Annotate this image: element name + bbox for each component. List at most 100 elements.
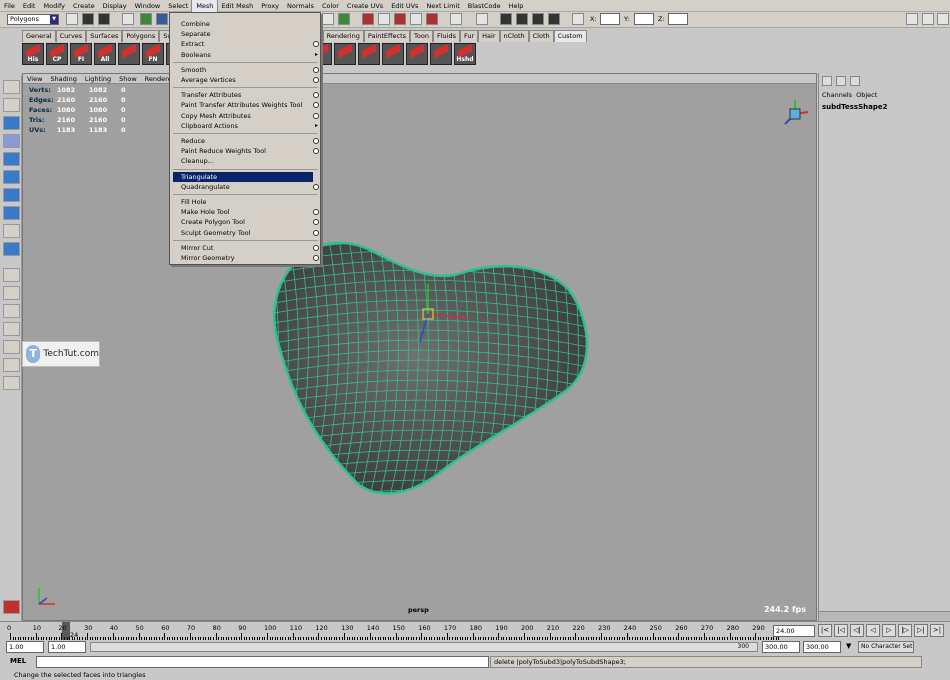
playback-button-0[interactable]: |< bbox=[818, 624, 832, 637]
mesh-menu-sculpt-geometry-tool[interactable]: Sculpt Geometry Tool bbox=[173, 228, 319, 238]
shelf-tab-rendering[interactable]: Rendering bbox=[322, 30, 364, 42]
move-tool-icon[interactable] bbox=[3, 134, 20, 148]
snap-live-icon[interactable] bbox=[394, 13, 406, 25]
menu-normals[interactable]: Normals bbox=[283, 0, 318, 12]
playback-button-1[interactable]: |◁ bbox=[834, 624, 848, 637]
shelf-tab-fur[interactable]: Fur bbox=[459, 30, 479, 42]
mesh-menu-fill-hole[interactable]: Fill Hole bbox=[173, 197, 313, 207]
tool-settings-toggle-icon[interactable] bbox=[937, 13, 949, 25]
menu-proxy[interactable]: Proxy bbox=[257, 0, 283, 12]
mesh-menu-mirror-cut[interactable]: Mirror Cut bbox=[173, 243, 319, 253]
option-box-icon[interactable] bbox=[313, 138, 319, 144]
option-box-icon[interactable] bbox=[313, 244, 319, 251]
open-scene-icon[interactable] bbox=[82, 13, 94, 25]
snap-curve-icon[interactable] bbox=[338, 13, 350, 25]
soft-modification-icon[interactable] bbox=[3, 206, 20, 220]
rotate-tool-icon[interactable] bbox=[3, 152, 20, 166]
mesh-menu-clipboard-actions[interactable]: Clipboard Actions ▸ bbox=[173, 121, 318, 131]
mesh-menu-paint-reduce-weights-tool[interactable]: Paint Reduce Weights Tool bbox=[173, 146, 319, 156]
menu-edit[interactable]: Edit bbox=[19, 0, 40, 12]
shelf-tab-painteffects[interactable]: PaintEffects bbox=[363, 30, 411, 42]
shelf-tab-cloth[interactable]: Cloth bbox=[528, 30, 554, 42]
range-slider[interactable]: 300 bbox=[90, 642, 758, 652]
z-field[interactable] bbox=[668, 13, 688, 25]
command-input[interactable] bbox=[36, 656, 489, 668]
view-axis-icon[interactable] bbox=[775, 94, 815, 134]
universal-manipulator-icon[interactable] bbox=[3, 188, 20, 202]
select-hierarchy-icon[interactable] bbox=[122, 13, 134, 25]
viewport-menu-shading[interactable]: Shading bbox=[46, 74, 80, 83]
select-component-icon[interactable] bbox=[156, 13, 168, 25]
ipr-render-icon[interactable] bbox=[450, 13, 462, 25]
persp-outliner-layout-icon[interactable] bbox=[3, 322, 20, 336]
character-set-select[interactable]: No Character Set bbox=[858, 641, 914, 653]
snap-grid-icon[interactable] bbox=[322, 13, 334, 25]
option-box-icon[interactable] bbox=[313, 92, 319, 99]
shelf-tab-ncloth[interactable]: nCloth bbox=[499, 30, 529, 42]
menu-select[interactable]: Select bbox=[164, 0, 192, 12]
shelf-tab-fluids[interactable]: Fluids bbox=[432, 30, 460, 42]
option-box-icon[interactable] bbox=[313, 41, 319, 48]
single-pane-layout-icon[interactable] bbox=[3, 268, 20, 282]
playback-button-6[interactable]: ▷| bbox=[914, 624, 928, 637]
channel-box-toggle-icon[interactable] bbox=[906, 13, 918, 25]
shelf-tab-hair[interactable]: Hair bbox=[478, 30, 500, 42]
shelf-item-15[interactable] bbox=[382, 43, 404, 65]
menu-create-uvs[interactable]: Create UVs bbox=[343, 0, 387, 12]
input-selector-icon[interactable] bbox=[572, 13, 584, 25]
menu-modify[interactable]: Modify bbox=[39, 0, 69, 12]
time-slider[interactable]: 0102030405060708090100110120130140150160… bbox=[0, 621, 950, 640]
persp-graph-layout-icon[interactable] bbox=[3, 340, 20, 354]
shelf-tab-toon[interactable]: Toon bbox=[410, 30, 433, 42]
shelf-item-16[interactable] bbox=[406, 43, 428, 65]
option-box-icon[interactable] bbox=[313, 112, 319, 119]
two-pane-layout-icon[interactable] bbox=[3, 304, 20, 318]
snap-view-icon[interactable] bbox=[378, 13, 390, 25]
shelf-tab-curves[interactable]: Curves bbox=[55, 30, 87, 42]
playback-start-field[interactable]: 1.00 bbox=[48, 641, 86, 653]
playback-end-field[interactable]: 300.00 bbox=[762, 641, 800, 653]
menu-edit-uvs[interactable]: Edit UVs bbox=[387, 0, 422, 12]
mesh-menu-mirror-geometry[interactable]: Mirror Geometry bbox=[173, 253, 319, 263]
channel-layer-icon[interactable] bbox=[850, 76, 860, 86]
mode-select[interactable]: Polygons ▼ bbox=[7, 14, 59, 25]
heart-mesh[interactable] bbox=[268, 234, 598, 504]
channel-box-menu-channels[interactable]: Channels bbox=[822, 91, 852, 99]
select-tool-icon[interactable] bbox=[3, 80, 20, 94]
option-box-icon[interactable] bbox=[313, 183, 319, 190]
channel-box-object-name[interactable]: subdTessShape2 bbox=[822, 103, 887, 111]
attribute-toggle-icon[interactable] bbox=[922, 13, 934, 25]
select-object-icon[interactable] bbox=[140, 13, 152, 25]
layer-editor-icon[interactable] bbox=[836, 76, 846, 86]
mesh-menu-average-vertices[interactable]: Average Vertices bbox=[173, 75, 319, 85]
playback-button-4[interactable]: ▷ bbox=[882, 624, 896, 637]
mesh-menu-reduce[interactable]: Reduce bbox=[173, 136, 319, 146]
viewport-menu-lighting[interactable]: Lighting bbox=[81, 74, 115, 83]
outliner-icon[interactable] bbox=[532, 13, 544, 25]
option-box-icon[interactable] bbox=[313, 219, 319, 226]
mesh-menu-create-polygon-tool[interactable]: Create Polygon Tool bbox=[173, 217, 319, 227]
option-box-icon[interactable] bbox=[313, 229, 319, 236]
mesh-menu-cleanup[interactable]: Cleanup... bbox=[173, 156, 313, 166]
shelf-item-his[interactable]: His bbox=[22, 43, 44, 65]
render-settings-icon[interactable] bbox=[476, 13, 488, 25]
shelf-item-fi[interactable]: FI bbox=[70, 43, 92, 65]
shelf-item-13[interactable] bbox=[334, 43, 356, 65]
shelf-item-all[interactable]: All bbox=[94, 43, 116, 65]
option-box-icon[interactable] bbox=[313, 209, 319, 216]
menu-color[interactable]: Color bbox=[318, 0, 343, 12]
scale-tool-icon[interactable] bbox=[3, 170, 20, 184]
shelf-tab-custom[interactable]: Custom bbox=[553, 30, 587, 42]
lasso-tool-icon[interactable] bbox=[3, 98, 20, 112]
shelf-item-17[interactable] bbox=[430, 43, 452, 65]
mel-label[interactable]: MEL bbox=[10, 657, 26, 665]
menu-display[interactable]: Display bbox=[99, 0, 131, 12]
mesh-menu-copy-mesh-attributes[interactable]: Copy Mesh Attributes bbox=[173, 111, 319, 121]
menu-window[interactable]: Window bbox=[131, 0, 165, 12]
y-field[interactable] bbox=[634, 13, 654, 25]
attribute-editor-icon[interactable] bbox=[516, 13, 528, 25]
playback-button-5[interactable]: |▷ bbox=[898, 624, 912, 637]
mesh-menu-transfer-attributes[interactable]: Transfer Attributes bbox=[173, 90, 319, 100]
perspective-viewport[interactable]: ViewShadingLightingShowRendererPanels Ve… bbox=[22, 73, 817, 621]
menu-blastcode[interactable]: BlastCode bbox=[464, 0, 505, 12]
